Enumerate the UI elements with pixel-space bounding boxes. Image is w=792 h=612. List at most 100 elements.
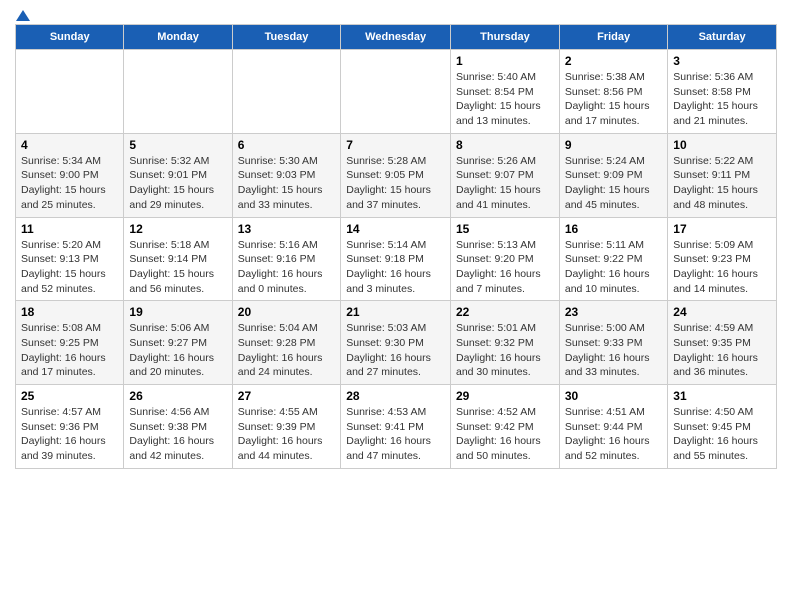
day-info: Sunrise: 5:09 AM Sunset: 9:23 PM Dayligh… (673, 238, 771, 297)
calendar-cell (232, 50, 340, 134)
day-number: 9 (565, 138, 662, 152)
day-number: 22 (456, 305, 554, 319)
calendar-cell: 13 Sunrise: 5:16 AM Sunset: 9:16 PM Dayli… (232, 217, 340, 301)
day-info: Sunrise: 4:51 AM Sunset: 9:44 PM Dayligh… (565, 405, 662, 464)
calendar-cell: 21 Sunrise: 5:03 AM Sunset: 9:30 PM Dayli… (341, 301, 451, 385)
calendar-cell: 17 Sunrise: 5:09 AM Sunset: 9:23 PM Dayli… (668, 217, 777, 301)
day-info: Sunrise: 5:04 AM Sunset: 9:28 PM Dayligh… (238, 321, 335, 380)
weekday-header-wednesday: Wednesday (341, 25, 451, 50)
calendar-cell: 7Sunrise: 5:28 AM Sunset: 9:05 PM Daylig… (341, 133, 451, 217)
day-info: Sunrise: 5:22 AM Sunset: 9:11 PM Dayligh… (673, 154, 771, 213)
calendar-cell: 6Sunrise: 5:30 AM Sunset: 9:03 PM Daylig… (232, 133, 340, 217)
calendar-cell: 14Sunrise: 5:14 AM Sunset: 9:18 PM Dayli… (341, 217, 451, 301)
day-info: Sunrise: 4:52 AM Sunset: 9:42 PM Dayligh… (456, 405, 554, 464)
calendar-table: SundayMondayTuesdayWednesdayThursdayFrid… (15, 24, 777, 469)
day-number: 4 (21, 138, 118, 152)
calendar-cell: 12 Sunrise: 5:18 AM Sunset: 9:14 PM Dayli… (124, 217, 232, 301)
calendar-cell: 15 Sunrise: 5:13 AM Sunset: 9:20 PM Dayli… (450, 217, 559, 301)
weekday-header-tuesday: Tuesday (232, 25, 340, 50)
logo (15, 10, 31, 16)
calendar-week-row: 1 Sunrise: 5:40 AM Sunset: 8:54 PM Daylig… (16, 50, 777, 134)
calendar-cell: 2 Sunrise: 5:38 AM Sunset: 8:56 PM Daylig… (559, 50, 667, 134)
calendar-week-row: 11 Sunrise: 5:20 AM Sunset: 9:13 PM Dayli… (16, 217, 777, 301)
calendar-cell (124, 50, 232, 134)
day-info: Sunrise: 5:18 AM Sunset: 9:14 PM Dayligh… (129, 238, 226, 297)
day-info: Sunrise: 5:14 AM Sunset: 9:18 PM Dayligh… (346, 238, 445, 297)
day-number: 13 (238, 222, 335, 236)
calendar-cell: 19 Sunrise: 5:06 AM Sunset: 9:27 PM Dayli… (124, 301, 232, 385)
day-info: Sunrise: 5:01 AM Sunset: 9:32 PM Dayligh… (456, 321, 554, 380)
day-number: 28 (346, 389, 445, 403)
calendar-cell: 30 Sunrise: 4:51 AM Sunset: 9:44 PM Dayli… (559, 385, 667, 469)
day-number: 17 (673, 222, 771, 236)
weekday-header-monday: Monday (124, 25, 232, 50)
day-info: Sunrise: 5:26 AM Sunset: 9:07 PM Dayligh… (456, 154, 554, 213)
day-number: 23 (565, 305, 662, 319)
calendar-cell: 16Sunrise: 5:11 AM Sunset: 9:22 PM Dayli… (559, 217, 667, 301)
weekday-header-saturday: Saturday (668, 25, 777, 50)
calendar-cell: 11 Sunrise: 5:20 AM Sunset: 9:13 PM Dayli… (16, 217, 124, 301)
calendar-cell: 23Sunrise: 5:00 AM Sunset: 9:33 PM Dayli… (559, 301, 667, 385)
calendar-cell: 27Sunrise: 4:55 AM Sunset: 9:39 PM Dayli… (232, 385, 340, 469)
day-number: 6 (238, 138, 335, 152)
day-number: 1 (456, 54, 554, 68)
calendar-cell: 29Sunrise: 4:52 AM Sunset: 9:42 PM Dayli… (450, 385, 559, 469)
day-info: Sunrise: 5:08 AM Sunset: 9:25 PM Dayligh… (21, 321, 118, 380)
calendar-cell: 18 Sunrise: 5:08 AM Sunset: 9:25 PM Dayli… (16, 301, 124, 385)
day-info: Sunrise: 5:38 AM Sunset: 8:56 PM Dayligh… (565, 70, 662, 129)
weekday-header-sunday: Sunday (16, 25, 124, 50)
day-info: Sunrise: 5:06 AM Sunset: 9:27 PM Dayligh… (129, 321, 226, 380)
day-number: 19 (129, 305, 226, 319)
day-number: 21 (346, 305, 445, 319)
day-number: 25 (21, 389, 118, 403)
header (15, 10, 777, 16)
weekday-header-row: SundayMondayTuesdayWednesdayThursdayFrid… (16, 25, 777, 50)
day-number: 5 (129, 138, 226, 152)
calendar-cell: 5 Sunrise: 5:32 AM Sunset: 9:01 PM Daylig… (124, 133, 232, 217)
day-number: 20 (238, 305, 335, 319)
day-number: 16 (565, 222, 662, 236)
day-number: 10 (673, 138, 771, 152)
calendar-cell: 22 Sunrise: 5:01 AM Sunset: 9:32 PM Dayli… (450, 301, 559, 385)
day-number: 18 (21, 305, 118, 319)
day-info: Sunrise: 4:55 AM Sunset: 9:39 PM Dayligh… (238, 405, 335, 464)
page: SundayMondayTuesdayWednesdayThursdayFrid… (0, 0, 792, 484)
day-number: 24 (673, 305, 771, 319)
calendar-cell: 31Sunrise: 4:50 AM Sunset: 9:45 PM Dayli… (668, 385, 777, 469)
day-info: Sunrise: 4:57 AM Sunset: 9:36 PM Dayligh… (21, 405, 118, 464)
calendar-cell: 8Sunrise: 5:26 AM Sunset: 9:07 PM Daylig… (450, 133, 559, 217)
logo-triangle-icon (16, 10, 30, 21)
day-info: Sunrise: 4:56 AM Sunset: 9:38 PM Dayligh… (129, 405, 226, 464)
calendar-cell: 10 Sunrise: 5:22 AM Sunset: 9:11 PM Dayli… (668, 133, 777, 217)
calendar-week-row: 18 Sunrise: 5:08 AM Sunset: 9:25 PM Dayli… (16, 301, 777, 385)
day-number: 2 (565, 54, 662, 68)
calendar-cell: 9 Sunrise: 5:24 AM Sunset: 9:09 PM Daylig… (559, 133, 667, 217)
day-number: 15 (456, 222, 554, 236)
calendar-week-row: 25 Sunrise: 4:57 AM Sunset: 9:36 PM Dayli… (16, 385, 777, 469)
day-number: 12 (129, 222, 226, 236)
day-info: Sunrise: 5:20 AM Sunset: 9:13 PM Dayligh… (21, 238, 118, 297)
day-info: Sunrise: 5:28 AM Sunset: 9:05 PM Dayligh… (346, 154, 445, 213)
day-info: Sunrise: 5:40 AM Sunset: 8:54 PM Dayligh… (456, 70, 554, 129)
day-info: Sunrise: 5:13 AM Sunset: 9:20 PM Dayligh… (456, 238, 554, 297)
day-number: 31 (673, 389, 771, 403)
day-number: 30 (565, 389, 662, 403)
calendar-cell (341, 50, 451, 134)
weekday-header-friday: Friday (559, 25, 667, 50)
calendar-cell: 20 Sunrise: 5:04 AM Sunset: 9:28 PM Dayli… (232, 301, 340, 385)
day-info: Sunrise: 5:03 AM Sunset: 9:30 PM Dayligh… (346, 321, 445, 380)
calendar-cell: 28Sunrise: 4:53 AM Sunset: 9:41 PM Dayli… (341, 385, 451, 469)
calendar-cell: 3Sunrise: 5:36 AM Sunset: 8:58 PM Daylig… (668, 50, 777, 134)
day-info: Sunrise: 4:59 AM Sunset: 9:35 PM Dayligh… (673, 321, 771, 380)
calendar-cell: 24 Sunrise: 4:59 AM Sunset: 9:35 PM Dayli… (668, 301, 777, 385)
day-number: 11 (21, 222, 118, 236)
weekday-header-thursday: Thursday (450, 25, 559, 50)
day-info: Sunrise: 5:24 AM Sunset: 9:09 PM Dayligh… (565, 154, 662, 213)
calendar-cell: 1 Sunrise: 5:40 AM Sunset: 8:54 PM Daylig… (450, 50, 559, 134)
calendar-cell (16, 50, 124, 134)
day-info: Sunrise: 5:16 AM Sunset: 9:16 PM Dayligh… (238, 238, 335, 297)
day-info: Sunrise: 5:36 AM Sunset: 8:58 PM Dayligh… (673, 70, 771, 129)
day-number: 26 (129, 389, 226, 403)
calendar-cell: 25 Sunrise: 4:57 AM Sunset: 9:36 PM Dayli… (16, 385, 124, 469)
day-info: Sunrise: 5:32 AM Sunset: 9:01 PM Dayligh… (129, 154, 226, 213)
